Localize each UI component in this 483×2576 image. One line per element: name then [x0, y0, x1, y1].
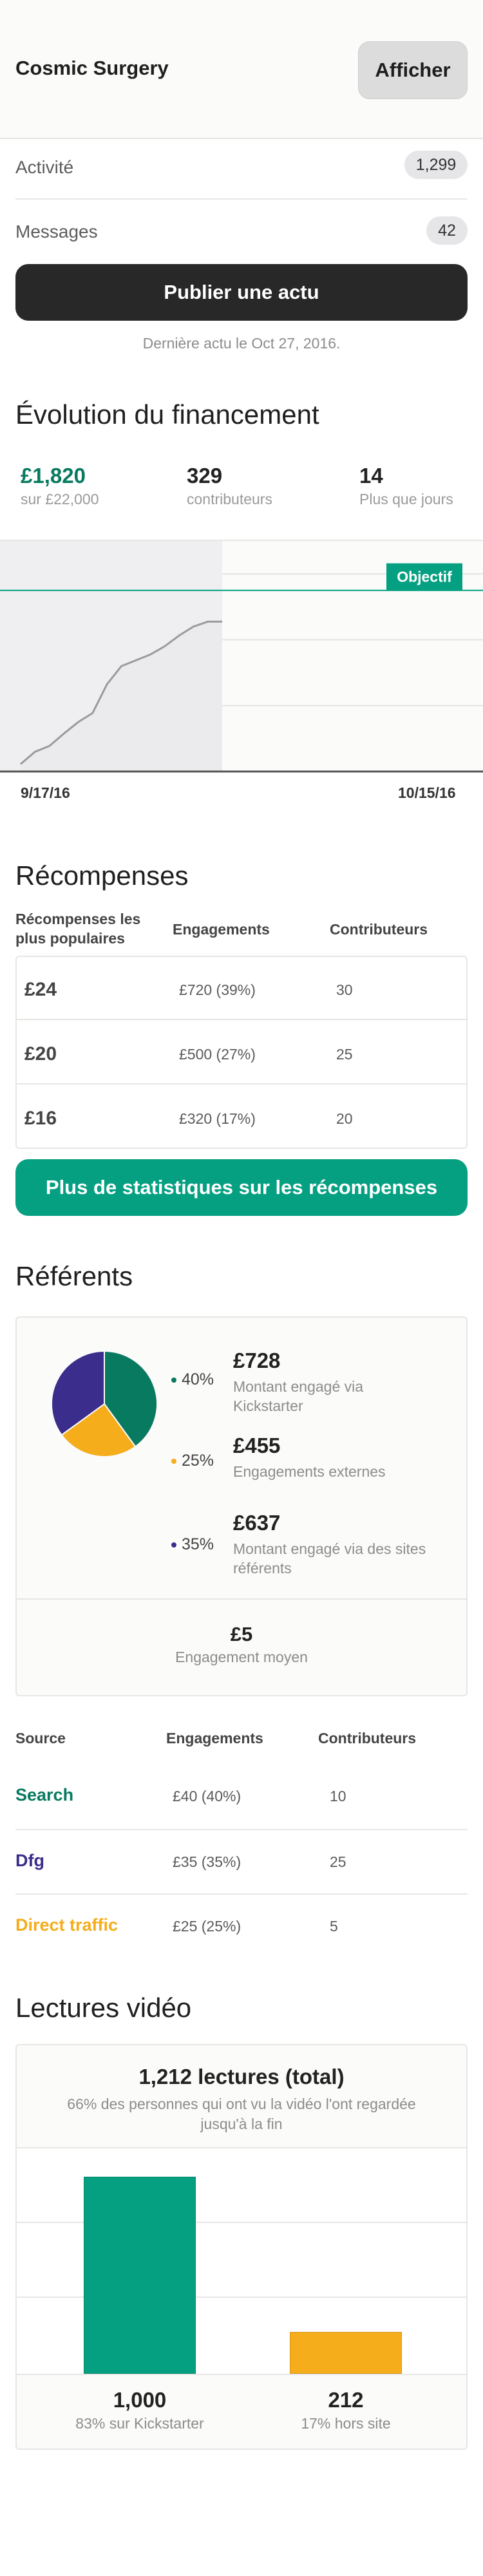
rewards-col-backers: Contributeurs — [330, 921, 428, 938]
messages-label: Messages — [15, 222, 98, 242]
referrer-desc: Montant engagé via des sites référents — [233, 1540, 426, 1577]
reward-amount: £16 — [24, 1108, 57, 1129]
referrers-section-title: Référents — [15, 1261, 133, 1291]
chart-end-date: 10/15/16 — [398, 784, 456, 801]
messages-row[interactable]: Messages 42 — [0, 201, 483, 259]
source-name: Dfg — [15, 1851, 44, 1870]
video-bar-offsite — [290, 2332, 402, 2374]
activity-label: Activité — [15, 157, 74, 177]
reward-backers: 30 — [336, 981, 353, 998]
reward-amount: £20 — [24, 1043, 57, 1065]
reward-amount: £24 — [24, 979, 57, 1000]
divider — [15, 198, 468, 200]
activity-row[interactable]: Activité 1,299 — [0, 140, 483, 198]
reward-row[interactable]: £24 £720 (39%) 30 — [17, 957, 466, 1020]
backers-label: contributeurs — [187, 491, 272, 507]
referrer-desc: Engagements externes — [233, 1463, 386, 1480]
funding-chart-svg: £24,000£16,000£8,000Objectif — [0, 541, 483, 773]
messages-count-badge: 42 — [426, 216, 468, 245]
source-pledges: £35 (35%) — [173, 1853, 242, 1870]
source-pledges: £40 (40%) — [173, 1788, 242, 1804]
source-row[interactable]: Direct traffic £25 (25%) 5 — [0, 1895, 483, 1958]
source-name: Direct traffic — [15, 1915, 118, 1935]
referrers-pie-chart — [51, 1350, 158, 1457]
divider — [17, 1598, 466, 1600]
reward-pledges: £720 (39%) — [179, 981, 256, 998]
source-backers: 10 — [330, 1788, 346, 1804]
more-reward-stats-button[interactable]: Plus de statistiques sur les récompenses — [15, 1159, 468, 1216]
video-section-title: Lectures vidéo — [15, 1993, 192, 2023]
referrers-summary-box: 40% £728 Montant engagé via Kickstarter … — [15, 1316, 468, 1696]
video-total-plays: 1,212 lectures (total) — [138, 2065, 345, 2088]
reward-backers: 20 — [336, 1110, 353, 1127]
project-header: Cosmic Surgery Afficher — [0, 0, 483, 139]
video-completion-rate: 66% des personnes qui ont vu la vidéo l'… — [67, 2096, 416, 2132]
goal-amount: sur £22,000 — [21, 491, 99, 507]
reward-backers: 25 — [336, 1046, 353, 1063]
video-bar-offsite-count: 212 — [328, 2388, 364, 2412]
activity-count-badge: 1,299 — [404, 151, 468, 179]
sources-col-backers: Contributeurs — [318, 1730, 417, 1747]
legend-dot — [171, 1378, 176, 1383]
reward-pledges: £500 (27%) — [179, 1046, 256, 1063]
video-plays-chart — [17, 2148, 466, 2375]
video-stats-box: 1,212 lectures (total) 66% des personnes… — [15, 2044, 468, 2450]
referrer-amount: £728 — [233, 1349, 281, 1372]
days-left-label: Plus que jours — [359, 491, 453, 507]
last-update-text: Dernière actu le Oct 27, 2016. — [142, 335, 341, 352]
funding-chart: £24,000£16,000£8,000Objectif — [0, 540, 483, 773]
referrer-pct: 25% — [171, 1452, 214, 1470]
video-bar-kickstarter — [84, 2177, 196, 2374]
goal-badge-label: Objectif — [397, 569, 452, 585]
sources-col-pledges: Engagements — [166, 1730, 263, 1747]
sources-col-source: Source — [15, 1730, 66, 1747]
source-backers: 25 — [330, 1853, 346, 1870]
referrer-amount: £637 — [233, 1511, 281, 1535]
chart-start-date: 9/17/16 — [21, 784, 70, 801]
pledged-amount: £1,820 — [21, 464, 86, 488]
publish-update-button[interactable]: Publier une actu — [15, 264, 468, 321]
referrer-amount: £455 — [233, 1434, 281, 1457]
average-pledge-amount: £5 — [230, 1623, 253, 1645]
video-bar-offsite-label: 17% hors site — [301, 2415, 391, 2432]
view-project-button[interactable]: Afficher — [358, 41, 468, 99]
reward-row[interactable]: £20 £500 (27%) 25 — [17, 1021, 466, 1084]
rewards-col-pledges: Engagements — [173, 921, 270, 938]
project-title: Cosmic Surgery — [15, 57, 169, 79]
source-row[interactable]: Search £40 (40%) 10 — [0, 1765, 483, 1829]
days-left-count: 14 — [359, 464, 383, 488]
rewards-section-title: Récompenses — [15, 860, 189, 891]
referrer-pct: 35% — [171, 1535, 214, 1554]
referrer-pct: 40% — [171, 1370, 214, 1389]
video-summary: 1,212 lectures (total) 66% des personnes… — [17, 2045, 466, 2148]
video-bar-kickstarter-count: 1,000 — [113, 2388, 167, 2412]
legend-dot — [171, 1542, 176, 1548]
backers-count: 329 — [187, 464, 223, 488]
legend-dot — [171, 1459, 176, 1464]
funding-section-title: Évolution du financement — [15, 399, 319, 430]
source-backers: 5 — [330, 1918, 338, 1935]
rewards-col-reward: Récompenses les plus populaires — [15, 911, 141, 947]
source-name: Search — [15, 1785, 74, 1804]
video-bar-kickstarter-label: 83% sur Kickstarter — [75, 2415, 204, 2432]
reward-pledges: £320 (17%) — [179, 1110, 256, 1127]
source-row[interactable]: Dfg £35 (35%) 25 — [0, 1830, 483, 1893]
source-pledges: £25 (25%) — [173, 1918, 242, 1935]
average-pledge-label: Engagement moyen — [175, 1649, 308, 1665]
rewards-table: £24 £720 (39%) 30 £20 £500 (27%) 25 £16 … — [15, 956, 468, 1149]
reward-row[interactable]: £16 £320 (17%) 20 — [17, 1086, 466, 1149]
referrer-desc: Montant engagé via Kickstarter — [233, 1378, 364, 1414]
